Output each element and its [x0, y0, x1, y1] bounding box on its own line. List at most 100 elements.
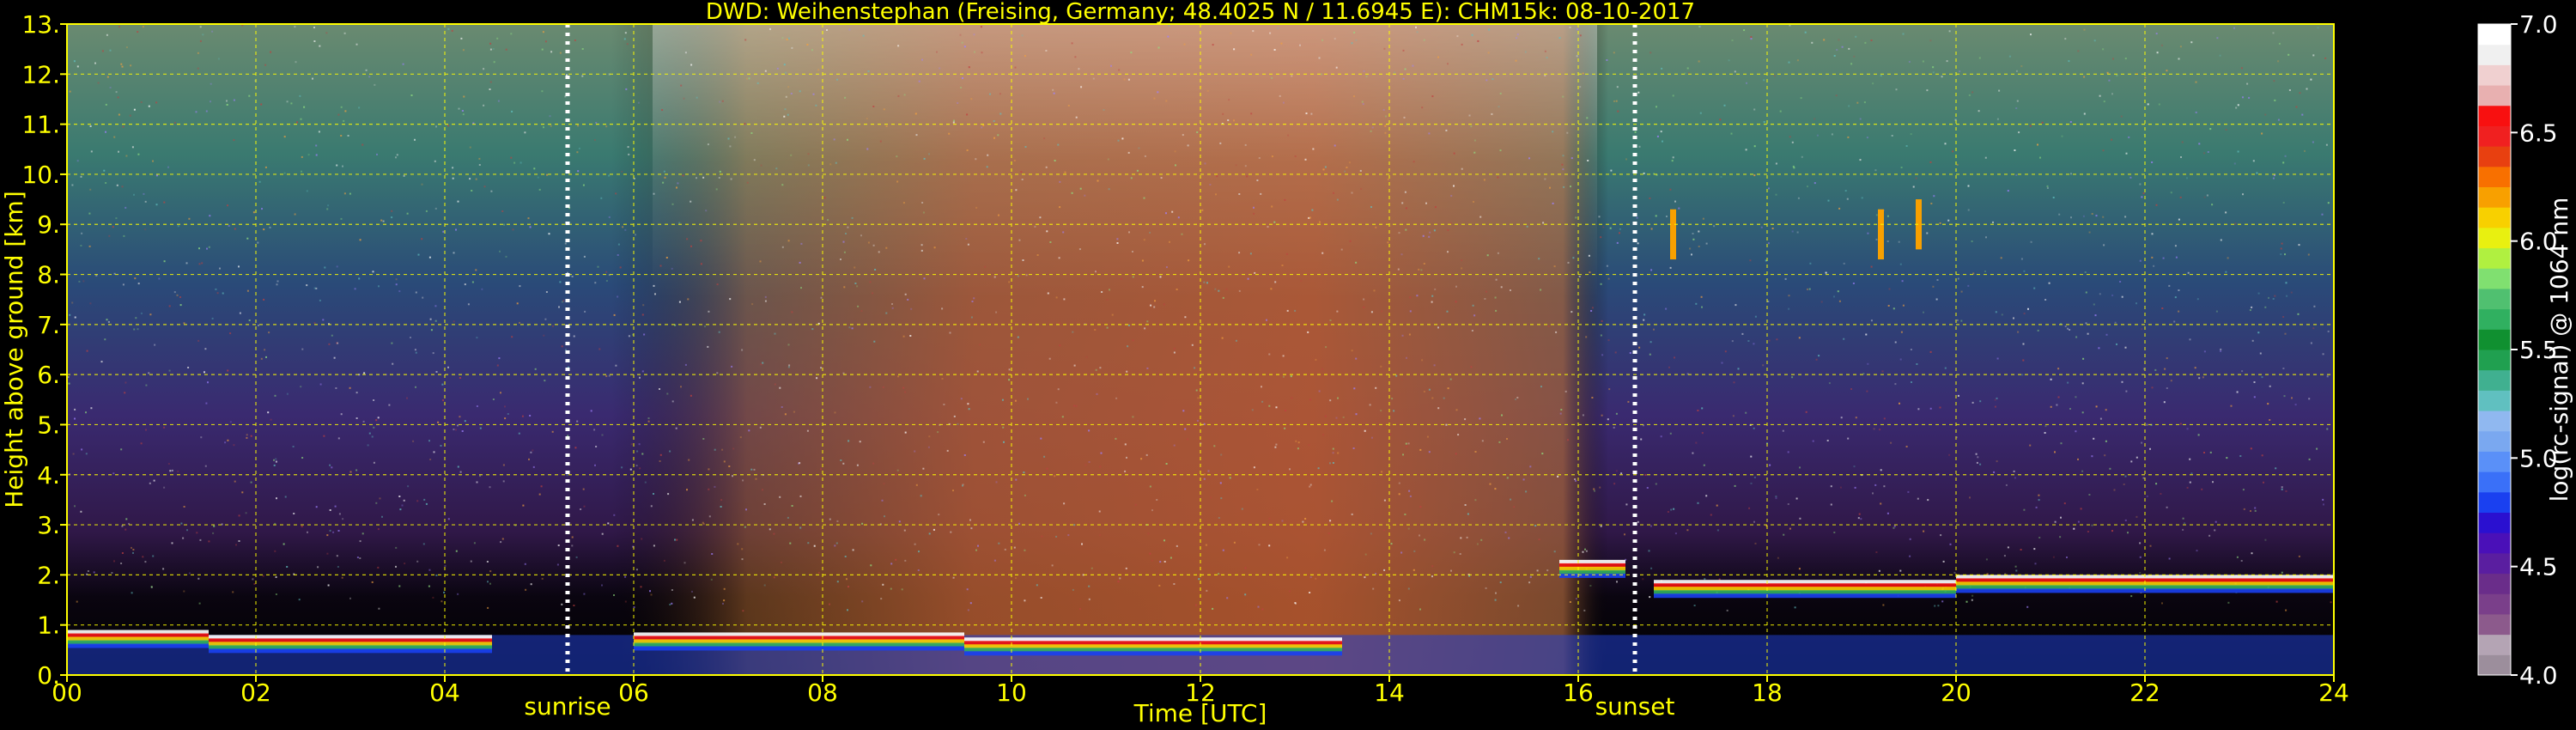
- noise-speck: [1049, 241, 1052, 243]
- noise-speck: [152, 555, 155, 557]
- noise-speck: [659, 265, 662, 267]
- noise-speck: [522, 504, 525, 507]
- noise-speck: [691, 519, 694, 521]
- noise-speck: [966, 149, 969, 151]
- noise-speck: [1289, 468, 1291, 471]
- noise-speck: [1745, 411, 1747, 414]
- noise-speck: [921, 202, 924, 204]
- noise-speck: [1908, 61, 1911, 63]
- noise-speck: [1334, 38, 1336, 40]
- noise-speck: [260, 103, 263, 106]
- noise-speck: [1226, 597, 1229, 599]
- noise-speck: [2313, 305, 2316, 307]
- noise-speck: [1643, 313, 1646, 316]
- noise-speck: [133, 193, 135, 196]
- noise-speck: [78, 280, 81, 283]
- noise-speck: [750, 132, 753, 134]
- noise-speck: [163, 260, 166, 263]
- noise-speck: [1992, 221, 1994, 223]
- noise-speck: [799, 462, 801, 465]
- noise-speck: [1936, 279, 1939, 281]
- noise-speck: [118, 113, 120, 116]
- noise-speck: [1838, 39, 1840, 41]
- noise-speck: [248, 94, 251, 97]
- noise-speck: [323, 435, 325, 437]
- noise-speck: [373, 461, 375, 464]
- noise-speck: [1165, 463, 1168, 465]
- noise-speck: [862, 34, 865, 37]
- x-tick-label: 08: [807, 678, 838, 707]
- noise-speck: [691, 590, 693, 593]
- noise-speck: [1787, 451, 1789, 453]
- noise-speck: [1043, 455, 1046, 458]
- colorbar-tick-label: 4.0: [2519, 661, 2558, 690]
- noise-speck: [1008, 281, 1011, 283]
- noise-speck: [1979, 463, 1982, 465]
- noise-speck: [613, 594, 615, 596]
- noise-speck: [575, 556, 578, 558]
- noise-speck: [2269, 385, 2271, 387]
- noise-speck: [1529, 465, 1532, 468]
- noise-speck: [946, 449, 949, 452]
- noise-speck: [1734, 70, 1736, 73]
- noise-speck: [1072, 588, 1074, 591]
- noise-speck: [904, 293, 907, 295]
- noise-speck: [742, 479, 744, 482]
- noise-speck: [283, 136, 286, 138]
- noise-speck: [125, 46, 128, 49]
- noise-speck: [1674, 356, 1675, 359]
- noise-speck: [2237, 104, 2239, 106]
- noise-speck: [1882, 604, 1885, 606]
- x-tick-label: 06: [618, 678, 649, 707]
- noise-speck: [2326, 375, 2329, 378]
- noise-speck: [960, 398, 963, 400]
- noise-speck: [1382, 108, 1385, 111]
- noise-speck: [543, 126, 544, 129]
- noise-speck: [719, 100, 721, 103]
- noise-speck: [1258, 157, 1261, 159]
- noise-speck: [1175, 164, 1176, 167]
- noise-speck: [1407, 587, 1410, 590]
- noise-speck: [1055, 401, 1058, 404]
- noise-speck: [1977, 456, 1979, 459]
- noise-speck: [927, 446, 930, 448]
- colorbar-segment: [2478, 44, 2511, 65]
- noise-speck: [1529, 575, 1532, 578]
- noise-speck: [2033, 548, 2036, 551]
- noise-speck: [1902, 33, 1905, 35]
- noise-speck: [1004, 548, 1006, 551]
- noise-speck: [584, 310, 586, 313]
- noise-speck: [2035, 506, 2038, 508]
- noise-speck: [793, 411, 795, 413]
- noise-speck: [640, 586, 642, 588]
- noise-speck: [463, 95, 465, 98]
- noise-speck: [836, 581, 839, 583]
- noise-speck: [1866, 390, 1868, 392]
- noise-speck: [1922, 60, 1924, 63]
- noise-speck: [904, 431, 907, 434]
- noise-speck: [1146, 320, 1149, 323]
- noise-speck: [2017, 331, 2020, 333]
- noise-speck: [867, 241, 870, 244]
- noise-speck: [377, 528, 380, 531]
- noise-speck: [1309, 485, 1311, 488]
- noise-speck: [501, 538, 504, 540]
- noise-speck: [1726, 609, 1728, 611]
- noise-speck: [1383, 499, 1386, 502]
- noise-speck: [1212, 607, 1214, 610]
- x-tick-label: 20: [1941, 678, 1971, 707]
- noise-speck: [1353, 387, 1356, 390]
- noise-speck: [187, 367, 190, 368]
- noise-speck: [1731, 40, 1734, 41]
- noise-speck: [1443, 397, 1445, 399]
- noise-speck: [245, 512, 247, 514]
- noise-speck: [1753, 520, 1755, 523]
- noise-speck: [412, 440, 415, 442]
- noise-speck: [530, 583, 532, 586]
- noise-speck: [861, 522, 864, 525]
- noise-speck: [1698, 246, 1700, 247]
- noise-speck: [1434, 206, 1437, 209]
- noise-speck: [773, 576, 775, 579]
- noise-speck: [1699, 26, 1702, 28]
- noise-speck: [2326, 428, 2329, 430]
